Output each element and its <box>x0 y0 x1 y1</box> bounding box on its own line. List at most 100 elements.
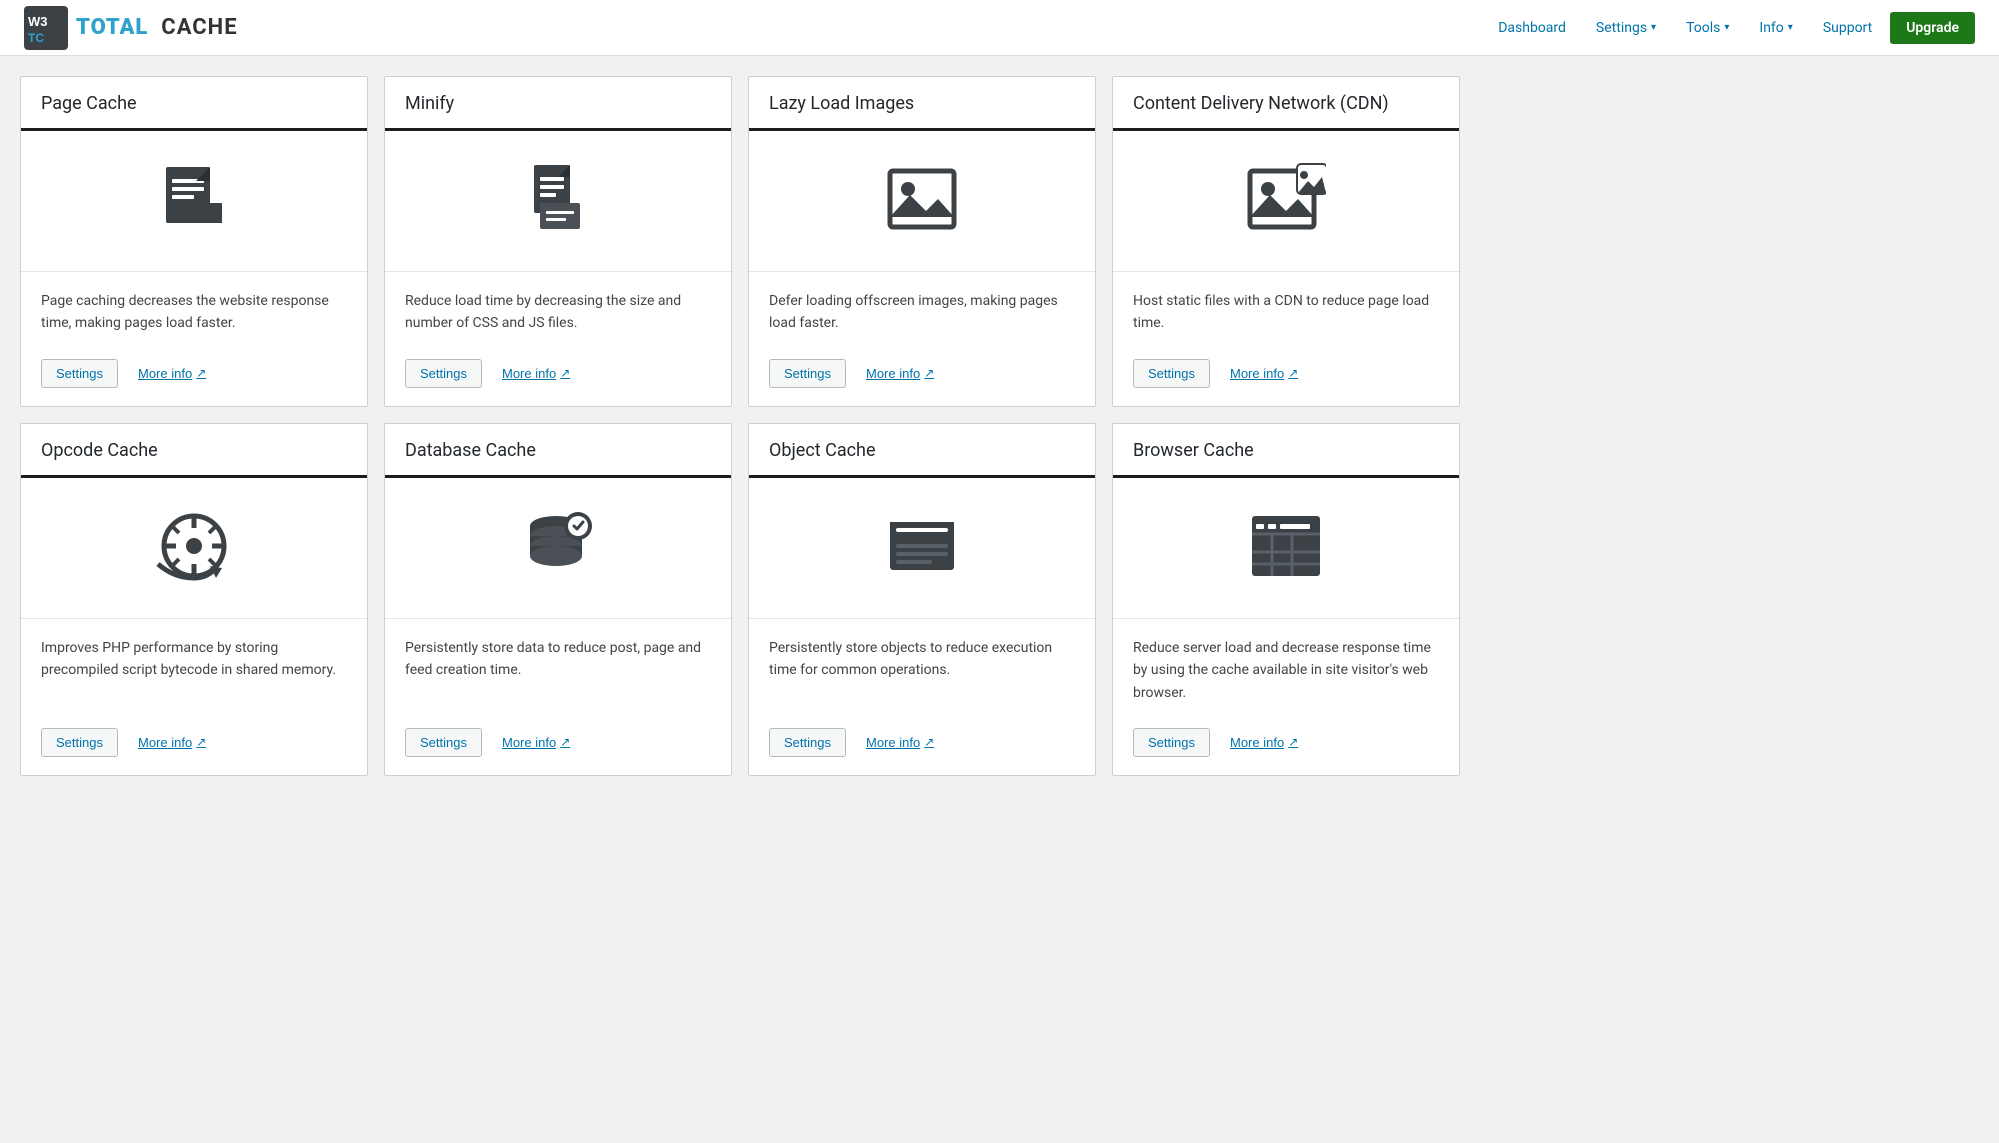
card-icon-area-cdn <box>1113 131 1459 272</box>
settings-button-browser-cache[interactable]: Settings <box>1133 728 1210 757</box>
more-info-button-minify[interactable]: More info ↗ <box>502 366 570 381</box>
more-info-button-opcode-cache[interactable]: More info ↗ <box>138 735 206 750</box>
card-footer-lazy-load: Settings More info ↗ <box>749 349 1095 406</box>
card-lazy-load: Lazy Load Images Defer loading offscreen… <box>748 76 1096 407</box>
card-icon-lazy-load <box>882 159 962 243</box>
more-info-button-lazy-load[interactable]: More info ↗ <box>866 366 934 381</box>
card-header-object-cache: Object Cache <box>749 424 1095 478</box>
external-link-icon-opcode-cache: ↗ <box>196 735 206 749</box>
svg-text:W3: W3 <box>28 14 48 29</box>
card-icon-opcode-cache <box>154 506 234 590</box>
card-description-minify: Reduce load time by decreasing the size … <box>405 290 711 335</box>
card-title-lazy-load: Lazy Load Images <box>769 93 1075 114</box>
card-icon-area-lazy-load <box>749 131 1095 272</box>
card-icon-area-object-cache <box>749 478 1095 619</box>
card-title-opcode-cache: Opcode Cache <box>41 440 347 461</box>
card-body-page-cache: Page caching decreases the website respo… <box>21 272 367 349</box>
card-body-cdn: Host static files with a CDN to reduce p… <box>1113 272 1459 349</box>
card-description-cdn: Host static files with a CDN to reduce p… <box>1133 290 1439 335</box>
card-footer-opcode-cache: Settings More info ↗ <box>21 718 367 775</box>
card-icon-database-cache <box>518 506 598 590</box>
external-link-icon-page-cache: ↗ <box>196 366 206 380</box>
more-info-button-database-cache[interactable]: More info ↗ <box>502 735 570 750</box>
more-info-button-browser-cache[interactable]: More info ↗ <box>1230 735 1298 750</box>
tools-chevron-icon: ▾ <box>1724 22 1729 33</box>
card-title-browser-cache: Browser Cache <box>1133 440 1439 461</box>
card-icon-browser-cache <box>1246 506 1326 590</box>
card-description-database-cache: Persistently store data to reduce post, … <box>405 637 711 682</box>
nav-tools[interactable]: Tools ▾ <box>1674 12 1741 44</box>
card-browser-cache: Browser Cache Reduce server load and dec… <box>1112 423 1460 776</box>
settings-button-page-cache[interactable]: Settings <box>41 359 118 388</box>
external-link-icon-object-cache: ↗ <box>924 735 934 749</box>
external-link-icon-minify: ↗ <box>560 366 570 380</box>
card-footer-database-cache: Settings More info ↗ <box>385 718 731 775</box>
card-header-browser-cache: Browser Cache <box>1113 424 1459 478</box>
external-link-icon-database-cache: ↗ <box>560 735 570 749</box>
card-minify: Minify Reduce load time by decreasing th… <box>384 76 732 407</box>
external-link-icon-lazy-load: ↗ <box>924 366 934 380</box>
settings-button-object-cache[interactable]: Settings <box>769 728 846 757</box>
card-grid: Page Cache Page caching decreases the we… <box>20 76 1460 776</box>
nav-support[interactable]: Support <box>1811 12 1884 44</box>
card-title-minify: Minify <box>405 93 711 114</box>
header: W3 TC TOTAL CACHE Dashboard Settings ▾ T… <box>0 0 1999 56</box>
card-header-page-cache: Page Cache <box>21 77 367 131</box>
main-nav: Dashboard Settings ▾ Tools ▾ Info ▾ Supp… <box>1486 12 1975 44</box>
card-header-cdn: Content Delivery Network (CDN) <box>1113 77 1459 131</box>
card-footer-browser-cache: Settings More info ↗ <box>1113 718 1459 775</box>
nav-settings[interactable]: Settings ▾ <box>1584 12 1668 44</box>
settings-button-minify[interactable]: Settings <box>405 359 482 388</box>
card-description-lazy-load: Defer loading offscreen images, making p… <box>769 290 1075 335</box>
card-footer-minify: Settings More info ↗ <box>385 349 731 406</box>
card-body-object-cache: Persistently store objects to reduce exe… <box>749 619 1095 718</box>
more-info-button-object-cache[interactable]: More info ↗ <box>866 735 934 750</box>
card-icon-cdn <box>1246 159 1326 243</box>
card-footer-page-cache: Settings More info ↗ <box>21 349 367 406</box>
card-description-browser-cache: Reduce server load and decrease response… <box>1133 637 1439 704</box>
card-icon-area-opcode-cache <box>21 478 367 619</box>
card-description-page-cache: Page caching decreases the website respo… <box>41 290 347 335</box>
nav-upgrade-button[interactable]: Upgrade <box>1890 12 1975 44</box>
logo-icon: W3 TC <box>24 6 68 50</box>
more-info-button-cdn[interactable]: More info ↗ <box>1230 366 1298 381</box>
logo: W3 TC TOTAL CACHE <box>24 6 238 50</box>
card-footer-object-cache: Settings More info ↗ <box>749 718 1095 775</box>
nav-info[interactable]: Info ▾ <box>1747 12 1804 44</box>
settings-button-database-cache[interactable]: Settings <box>405 728 482 757</box>
card-body-browser-cache: Reduce server load and decrease response… <box>1113 619 1459 718</box>
card-title-object-cache: Object Cache <box>769 440 1075 461</box>
card-description-object-cache: Persistently store objects to reduce exe… <box>769 637 1075 682</box>
logo-text: TOTAL CACHE <box>76 15 238 40</box>
settings-button-lazy-load[interactable]: Settings <box>769 359 846 388</box>
nav-dashboard[interactable]: Dashboard <box>1486 12 1578 44</box>
card-icon-area-minify <box>385 131 731 272</box>
svg-text:TC: TC <box>28 31 44 45</box>
card-header-lazy-load: Lazy Load Images <box>749 77 1095 131</box>
card-icon-minify <box>518 159 598 243</box>
card-opcode-cache: Opcode Cache Improves PHP performanc <box>20 423 368 776</box>
external-link-icon-browser-cache: ↗ <box>1288 735 1298 749</box>
card-title-database-cache: Database Cache <box>405 440 711 461</box>
card-icon-area-database-cache <box>385 478 731 619</box>
card-object-cache: Object Cache Persistently store objects … <box>748 423 1096 776</box>
card-body-lazy-load: Defer loading offscreen images, making p… <box>749 272 1095 349</box>
card-database-cache: Database Cache Persistently store data t… <box>384 423 732 776</box>
card-header-database-cache: Database Cache <box>385 424 731 478</box>
card-icon-area-browser-cache <box>1113 478 1459 619</box>
settings-button-opcode-cache[interactable]: Settings <box>41 728 118 757</box>
card-page-cache: Page Cache Page caching decreases the we… <box>20 76 368 407</box>
card-title-cdn: Content Delivery Network (CDN) <box>1133 93 1439 114</box>
card-title-page-cache: Page Cache <box>41 93 347 114</box>
card-body-minify: Reduce load time by decreasing the size … <box>385 272 731 349</box>
card-icon-area-page-cache <box>21 131 367 272</box>
card-header-opcode-cache: Opcode Cache <box>21 424 367 478</box>
more-info-button-page-cache[interactable]: More info ↗ <box>138 366 206 381</box>
settings-chevron-icon: ▾ <box>1651 22 1656 33</box>
info-chevron-icon: ▾ <box>1788 22 1793 33</box>
card-description-opcode-cache: Improves PHP performance by storing prec… <box>41 637 347 682</box>
card-body-database-cache: Persistently store data to reduce post, … <box>385 619 731 718</box>
settings-button-cdn[interactable]: Settings <box>1133 359 1210 388</box>
card-icon-object-cache <box>882 506 962 590</box>
external-link-icon-cdn: ↗ <box>1288 366 1298 380</box>
